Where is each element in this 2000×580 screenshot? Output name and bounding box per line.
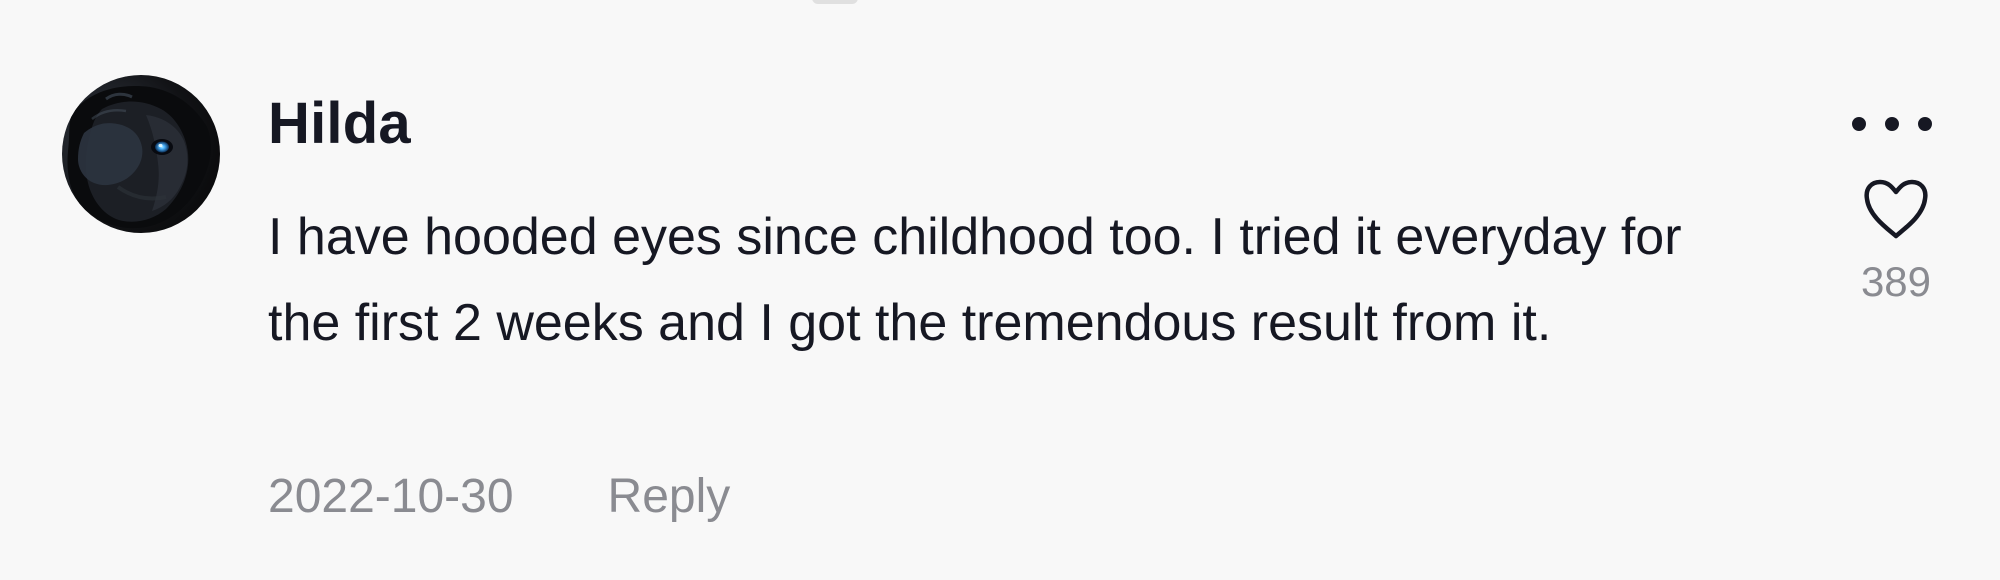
- reply-button[interactable]: Reply: [608, 462, 731, 532]
- heart-icon: [1864, 179, 1928, 239]
- more-options-dot: [1885, 117, 1899, 131]
- more-options-dot: [1852, 117, 1866, 131]
- more-options-dot: [1918, 117, 1932, 131]
- avatar-image: [67, 86, 211, 229]
- more-options-button[interactable]: [1852, 104, 1932, 144]
- comment-content: Hilda I have hooded eyes since childhood…: [268, 88, 1688, 366]
- comment-text: I have hooded eyes since childhood too. …: [268, 208, 1682, 352]
- avatar[interactable]: [62, 75, 220, 233]
- like-button[interactable]: [1854, 172, 1938, 248]
- comment-meta: 2022-10-30 Reply: [268, 462, 730, 532]
- comment-date: 2022-10-30: [268, 470, 514, 523]
- comment-author[interactable]: Hilda: [268, 88, 1688, 160]
- like-count: 389: [1860, 258, 1932, 305]
- comment-item: Hilda I have hooded eyes since childhood…: [0, 0, 2000, 580]
- like-area: 389: [1854, 172, 1938, 332]
